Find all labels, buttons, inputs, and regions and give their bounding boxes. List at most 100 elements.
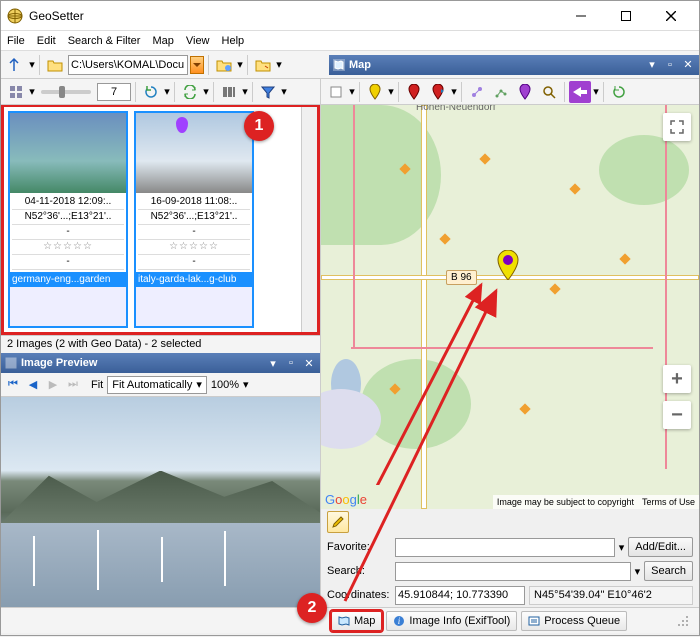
menu-help[interactable]: Help	[222, 35, 245, 47]
map-dock-icon[interactable]: ▫	[663, 58, 677, 72]
map-panel-header: Map ▾ ▫ ✕	[329, 55, 699, 75]
close-button[interactable]	[648, 1, 693, 31]
pin-red-dropdown[interactable]: ▾	[451, 81, 457, 103]
menu-map[interactable]: Map	[152, 35, 173, 47]
map-pin-icon[interactable]	[496, 250, 520, 280]
preview-dock-icon[interactable]: ▫	[284, 356, 298, 370]
folder-button[interactable]	[44, 54, 66, 76]
menu-view[interactable]: View	[186, 35, 210, 47]
thumb-toolbar: ▾ 7 ▾ ▾ ▾ ▾	[1, 79, 320, 105]
terms-link[interactable]: Terms of Use	[642, 497, 695, 507]
preview-menu-icon[interactable]: ▾	[266, 356, 280, 370]
sync-button[interactable]	[179, 81, 201, 103]
map-layers-dropdown[interactable]: ▾	[349, 81, 355, 103]
size-value[interactable]: 7	[97, 83, 131, 101]
favorite-dropdown[interactable]: ▾	[619, 541, 625, 554]
thumb-rating[interactable]: ☆☆☆☆☆	[12, 240, 124, 255]
menu-search[interactable]: Search & Filter	[68, 35, 141, 47]
addedit-button[interactable]: Add/Edit...	[628, 537, 693, 557]
view-dropdown[interactable]: ▾	[29, 81, 35, 103]
track-button[interactable]	[466, 81, 488, 103]
view-mode-button[interactable]	[5, 81, 27, 103]
thumbnail-item[interactable]: 04-11-2018 12:09:.. N52°36'...;E13°21'..…	[8, 111, 128, 328]
right-column: ▾ ▾ ▾ ▾	[321, 79, 699, 607]
map-close-icon[interactable]: ✕	[681, 58, 695, 72]
search-dropdown[interactable]: ▾	[635, 565, 641, 578]
favorite-input[interactable]	[395, 538, 615, 557]
zoom-label: 100%	[211, 379, 239, 391]
filter-button[interactable]	[257, 81, 279, 103]
preview-image[interactable]	[1, 397, 320, 607]
thumbnail-info: 04-11-2018 12:09:.. N52°36'...;E13°21'..…	[10, 193, 126, 272]
zoom-dropdown[interactable]: ▾	[243, 378, 249, 391]
map-view[interactable]: B 96 Hohen-Neuendorf + − Google Image ma…	[321, 105, 699, 509]
size-slider[interactable]	[41, 90, 91, 94]
tab-image-info[interactable]: i Image Info (ExifTool)	[386, 611, 517, 631]
refresh-dropdown[interactable]: ▾	[164, 81, 170, 103]
fit-dropdown[interactable]: Fit Automatically ▾	[107, 376, 207, 394]
search-input[interactable]	[395, 562, 631, 581]
up-dropdown[interactable]: ▾	[29, 54, 35, 76]
road-label: B 96	[446, 270, 477, 285]
minimize-button[interactable]	[558, 1, 603, 31]
search-label: Search:	[327, 565, 391, 577]
pin-red-go-button[interactable]	[427, 81, 449, 103]
edit-row	[321, 509, 699, 535]
menu-edit[interactable]: Edit	[37, 35, 56, 47]
zoom-out-button[interactable]: −	[663, 401, 691, 429]
direction-button[interactable]	[569, 81, 591, 103]
pin-dropdown[interactable]: ▾	[388, 81, 394, 103]
recent-button[interactable]	[252, 54, 274, 76]
fav-dropdown[interactable]: ▾	[237, 54, 243, 76]
path-input[interactable]: C:\Users\KOMAL\Docu	[68, 55, 188, 75]
refresh-button[interactable]	[140, 81, 162, 103]
map-tab-icon	[338, 615, 350, 627]
thumb-rating[interactable]: ☆☆☆☆☆	[138, 240, 250, 255]
coords-label: Coordinates:	[327, 589, 391, 601]
map-refresh-button[interactable]	[608, 81, 630, 103]
tab-map[interactable]: Map	[331, 611, 382, 631]
resize-grip[interactable]	[677, 613, 693, 629]
fullscreen-button[interactable]	[663, 113, 691, 141]
thumb-filename: italy-garda-lak...g-club	[136, 272, 252, 287]
place-label: Hohen-Neuendorf	[416, 105, 496, 113]
map-layers-button[interactable]	[325, 81, 347, 103]
direction-dropdown[interactable]: ▾	[593, 81, 599, 103]
pin-purple-button[interactable]	[514, 81, 536, 103]
up-folder-button[interactable]	[5, 54, 27, 76]
preview-close-icon[interactable]: ✕	[302, 356, 316, 370]
recent-dropdown[interactable]: ▾	[276, 54, 282, 76]
track2-button[interactable]	[490, 81, 512, 103]
tab-process-queue[interactable]: Process Queue	[521, 611, 627, 631]
tab-map-label: Map	[354, 615, 375, 627]
app-icon	[7, 8, 23, 24]
sync-dropdown[interactable]: ▾	[203, 81, 209, 103]
search-button[interactable]: Search	[644, 561, 693, 581]
coords-input[interactable]	[395, 586, 525, 605]
last-button[interactable]: ⏭	[65, 377, 81, 393]
edit-button[interactable]	[327, 511, 349, 533]
tab-queue-label: Process Queue	[544, 615, 620, 627]
prev-button[interactable]: ◀	[25, 377, 41, 393]
zoom-in-button[interactable]: +	[663, 365, 691, 393]
callout-1: 1	[244, 111, 274, 141]
zoom-selection-button[interactable]	[538, 81, 560, 103]
scrollbar[interactable]	[301, 107, 317, 332]
menu-file[interactable]: File	[7, 35, 25, 47]
path-dropdown[interactable]	[190, 56, 204, 74]
filter-dropdown[interactable]: ▾	[281, 81, 287, 103]
columns-button[interactable]	[218, 81, 240, 103]
folder-fav-button[interactable]	[213, 54, 235, 76]
maximize-button[interactable]	[603, 1, 648, 31]
bottom-tabs: Map i Image Info (ExifTool) Process Queu…	[1, 607, 699, 633]
thumbnail-item[interactable]: 16-09-2018 11:08:.. N52°36'...;E13°21'..…	[134, 111, 254, 328]
favorite-label: Favorite:	[327, 541, 391, 553]
first-button[interactable]: ⏮	[5, 377, 21, 393]
columns-dropdown[interactable]: ▾	[242, 81, 248, 103]
next-button[interactable]: ▶	[45, 377, 61, 393]
map-menu-icon[interactable]: ▾	[645, 58, 659, 72]
queue-icon	[528, 615, 540, 627]
pin-red-button[interactable]	[403, 81, 425, 103]
preview-header: Image Preview ▾ ▫ ✕	[1, 353, 320, 373]
pin-yellow-button[interactable]	[364, 81, 386, 103]
